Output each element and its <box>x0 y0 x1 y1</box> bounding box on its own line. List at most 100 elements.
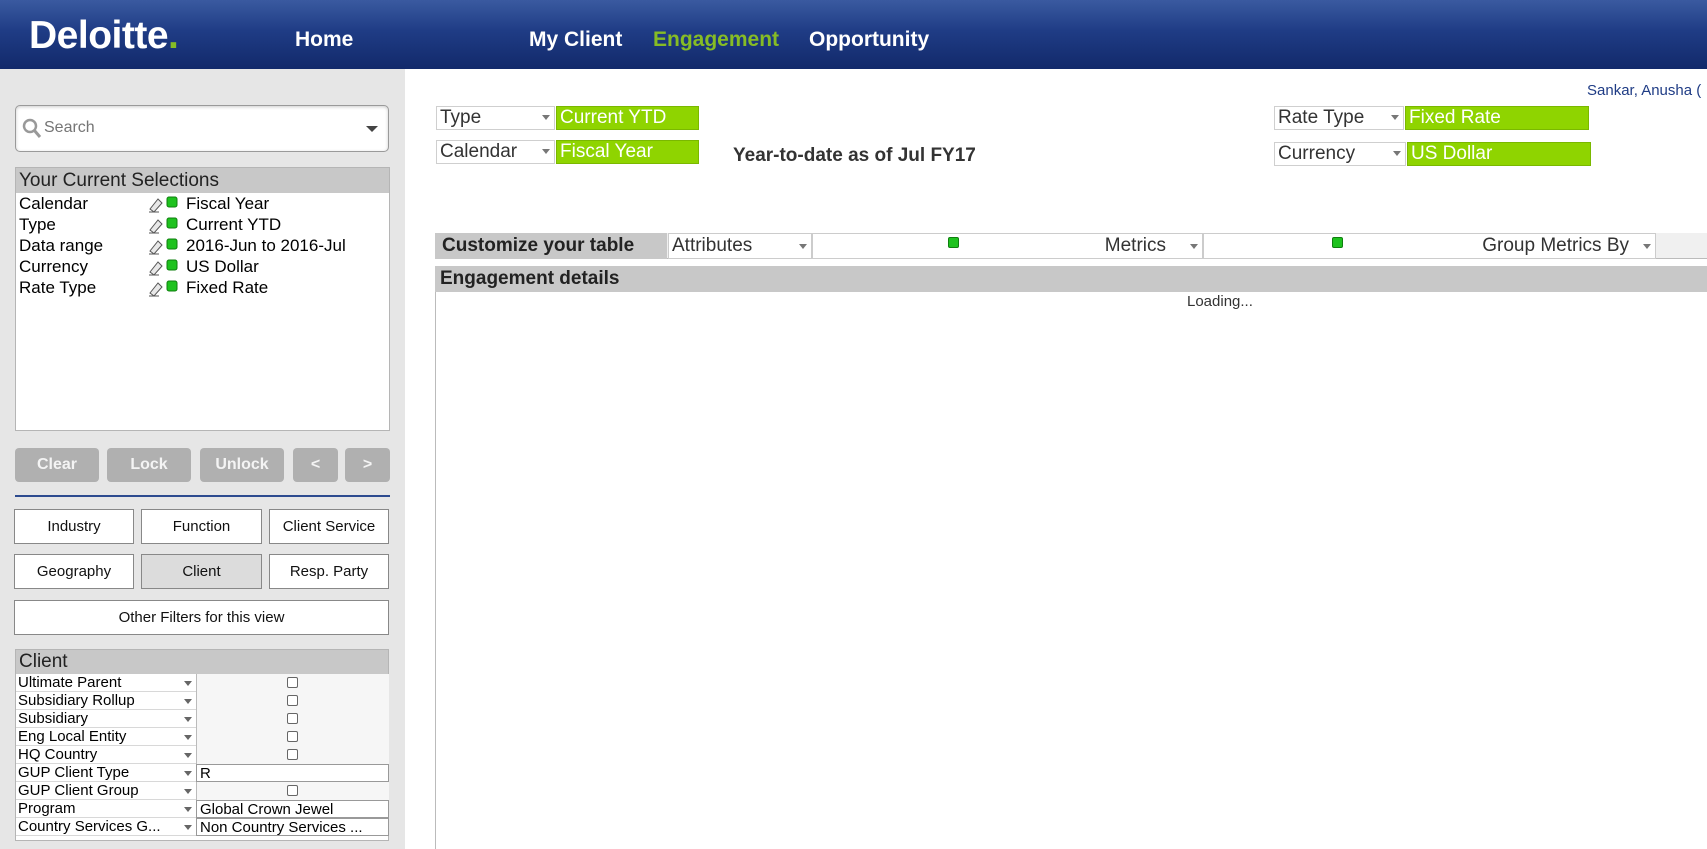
deloitte-logo[interactable]: Deloitte. <box>29 14 179 58</box>
current-selections-panel: Your Current Selections Calendar Fiscal … <box>15 167 390 431</box>
eraser-lock-icon[interactable] <box>147 216 179 234</box>
client-filter-value[interactable]: Non Country Services ... <box>196 818 389 836</box>
checkbox-icon[interactable] <box>287 677 298 688</box>
selection-row[interactable]: Type Current YTD <box>16 214 389 235</box>
eraser-lock-icon[interactable] <box>147 237 179 255</box>
client-filter-value-text: R <box>200 765 211 782</box>
currency-dropdown[interactable]: Currency <box>1274 142 1406 166</box>
client-filter-panel: Client Ultimate Parent Subsidiary Rollup… <box>15 649 389 841</box>
sidebar: Your Current Selections Calendar Fiscal … <box>0 69 405 849</box>
selection-value: US Dollar <box>186 257 259 276</box>
user-name[interactable]: Sankar, Anusha ( <box>1587 82 1701 99</box>
client-filter-value[interactable] <box>196 674 389 692</box>
client-filter-label: HQ Country <box>18 746 98 763</box>
green-indicator-icon <box>1332 237 1343 248</box>
selection-row[interactable]: Rate Type Fixed Rate <box>16 277 389 298</box>
client-filter-label: Subsidiary <box>18 710 89 727</box>
forward-button[interactable]: > <box>345 448 390 482</box>
nav-my-client[interactable]: My Client <box>529 28 622 52</box>
filter-industry-button[interactable]: Industry <box>14 509 134 544</box>
unlock-button[interactable]: Unlock <box>200 448 284 482</box>
engagement-details-body <box>435 292 1707 849</box>
client-filter-value[interactable]: Global Crown Jewel <box>196 800 389 818</box>
client-filter-value[interactable] <box>196 782 389 800</box>
lock-button[interactable]: Lock <box>107 448 191 482</box>
attributes-label: Attributes <box>672 235 753 256</box>
checkbox-icon[interactable] <box>287 749 298 760</box>
selection-label: Rate Type <box>19 278 97 297</box>
rate-type-dropdown[interactable]: Rate Type <box>1274 106 1404 130</box>
nav-engagement[interactable]: Engagement <box>653 28 779 52</box>
rate-type-label: Rate Type <box>1278 107 1365 128</box>
client-filter-value[interactable]: R <box>196 764 389 782</box>
client-filter-value[interactable] <box>196 710 389 728</box>
back-button[interactable]: < <box>293 448 338 482</box>
client-filter-value[interactable] <box>196 746 389 764</box>
client-filter-row[interactable]: Subsidiary <box>16 710 389 728</box>
other-filters-button[interactable]: Other Filters for this view <box>14 600 389 635</box>
dropdown-arrow-icon[interactable] <box>184 771 192 776</box>
filter-function-button[interactable]: Function <box>141 509 262 544</box>
clear-button[interactable]: Clear <box>15 448 99 482</box>
dropdown-arrow-icon[interactable] <box>184 825 192 830</box>
type-label: Type <box>440 107 482 128</box>
selection-label: Currency <box>19 257 88 276</box>
dropdown-arrow-icon[interactable] <box>184 681 192 686</box>
filter-geography-button[interactable]: Geography <box>14 554 134 589</box>
type-dropdown[interactable]: Type <box>436 106 555 130</box>
dropdown-arrow-icon[interactable] <box>184 753 192 758</box>
eraser-lock-icon[interactable] <box>147 279 179 297</box>
client-filter-row[interactable]: Program Global Crown Jewel <box>16 800 389 818</box>
selection-value: Fixed Rate <box>186 278 269 297</box>
logo-dot: . <box>168 14 179 57</box>
selection-value: Current YTD <box>186 215 282 234</box>
eraser-lock-icon[interactable] <box>147 258 179 276</box>
engagement-details-title: Engagement details <box>435 266 1707 292</box>
client-filter-row[interactable]: GUP Client Type R <box>16 764 389 782</box>
client-filter-row[interactable]: Subsidiary Rollup <box>16 692 389 710</box>
client-filter-value[interactable] <box>196 692 389 710</box>
group-metrics-dropdown[interactable]: Group Metrics By <box>1203 233 1656 259</box>
dropdown-arrow-icon[interactable] <box>184 717 192 722</box>
currency-value: US Dollar <box>1407 142 1591 166</box>
filter-client-service-button[interactable]: Client Service <box>269 509 389 544</box>
calendar-value: Fiscal Year <box>556 140 699 164</box>
search-box[interactable] <box>15 105 389 152</box>
client-filter-row[interactable]: Ultimate Parent <box>16 674 389 692</box>
dropdown-arrow-icon[interactable] <box>184 807 192 812</box>
nav-opportunity[interactable]: Opportunity <box>809 28 929 52</box>
metrics-label: Metrics <box>1104 235 1166 256</box>
checkbox-icon[interactable] <box>287 785 298 796</box>
dropdown-arrow-icon <box>799 244 807 249</box>
search-input[interactable] <box>44 116 344 140</box>
chevron-down-icon[interactable] <box>366 126 378 132</box>
dropdown-arrow-icon[interactable] <box>184 789 192 794</box>
filter-resp-party-button[interactable]: Resp. Party <box>269 554 389 589</box>
dropdown-arrow-icon <box>1391 115 1399 120</box>
checkbox-icon[interactable] <box>287 713 298 724</box>
client-panel-title: Client <box>16 650 388 674</box>
checkbox-icon[interactable] <box>287 731 298 742</box>
selection-row[interactable]: Data range 2016-Jun to 2016-Jul <box>16 235 389 256</box>
dropdown-arrow-icon <box>1393 151 1401 156</box>
client-filter-value[interactable] <box>196 728 389 746</box>
selection-row[interactable]: Calendar Fiscal Year <box>16 193 389 214</box>
calendar-label: Calendar <box>440 141 518 162</box>
client-filter-row[interactable]: Eng Local Entity <box>16 728 389 746</box>
calendar-dropdown[interactable]: Calendar <box>436 140 555 164</box>
eraser-lock-icon[interactable] <box>147 195 179 213</box>
metrics-dropdown[interactable]: Metrics <box>812 233 1203 259</box>
attributes-dropdown[interactable]: Attributes <box>668 233 812 259</box>
client-filter-row[interactable]: GUP Client Group <box>16 782 389 800</box>
dropdown-arrow-icon[interactable] <box>184 699 192 704</box>
client-filter-row[interactable]: HQ Country <box>16 746 389 764</box>
filter-client-button[interactable]: Client <box>141 554 262 589</box>
selection-row[interactable]: Currency US Dollar <box>16 256 389 277</box>
logo-text: Deloitte <box>29 14 169 57</box>
client-filter-row[interactable]: Country Services G... Non Country Servic… <box>16 818 389 836</box>
group-metrics-label: Group Metrics By <box>1482 235 1629 256</box>
nav-home[interactable]: Home <box>295 28 353 52</box>
dropdown-arrow-icon[interactable] <box>184 735 192 740</box>
dropdown-arrow-icon <box>1190 244 1198 249</box>
checkbox-icon[interactable] <box>287 695 298 706</box>
